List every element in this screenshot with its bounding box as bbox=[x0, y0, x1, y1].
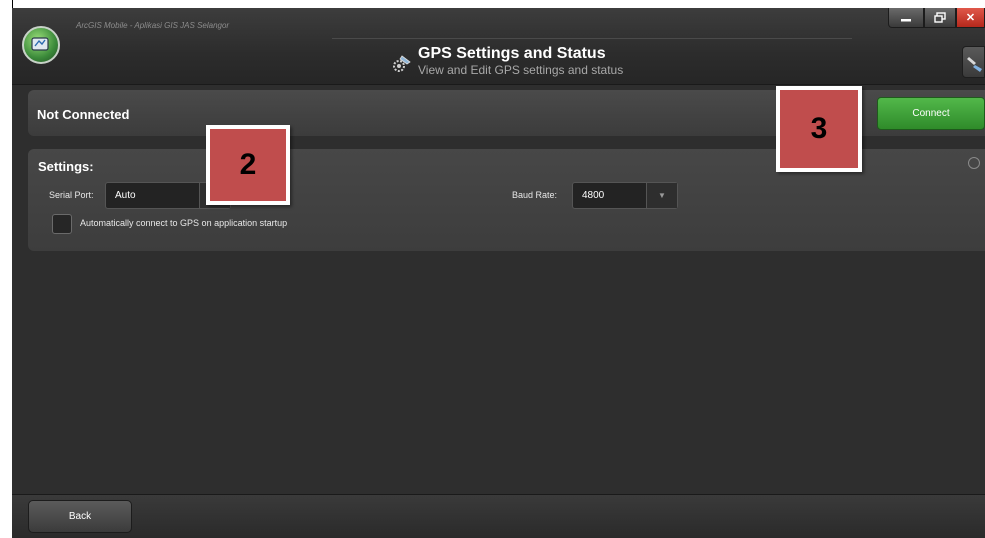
restore-icon bbox=[934, 12, 946, 23]
chevron-down-icon: ▼ bbox=[646, 183, 677, 208]
baud-rate-value: 4800 bbox=[582, 190, 605, 201]
connect-button[interactable]: Connect bbox=[877, 97, 985, 130]
gps-status-button[interactable] bbox=[962, 46, 985, 78]
auto-connect-label: Automatically connect to GPS on applicat… bbox=[80, 218, 288, 228]
settings-heading: Settings: bbox=[38, 159, 94, 174]
maximize-button[interactable] bbox=[924, 8, 956, 28]
gps-settings-icon bbox=[393, 55, 411, 72]
title-divider bbox=[332, 38, 852, 39]
auto-connect-checkbox[interactable] bbox=[52, 214, 72, 234]
baud-rate-dropdown[interactable]: 4800 ▼ bbox=[572, 182, 678, 209]
close-icon: ✕ bbox=[965, 12, 976, 24]
page-subtitle: View and Edit GPS settings and status bbox=[418, 63, 624, 77]
app-title: ArcGIS Mobile - Aplikasi GIS JAS Selango… bbox=[76, 21, 230, 30]
footer-bar: Back bbox=[12, 494, 985, 538]
callout-marker-3: 3 bbox=[776, 86, 862, 172]
minimize-icon bbox=[901, 18, 911, 21]
app-logo-button[interactable] bbox=[22, 26, 60, 64]
callout-marker-2: 2 bbox=[206, 125, 290, 205]
back-button[interactable]: Back bbox=[28, 500, 132, 533]
baud-rate-label: Baud Rate: bbox=[512, 190, 558, 200]
satellite-icon bbox=[967, 57, 982, 72]
minimize-button[interactable] bbox=[888, 8, 924, 28]
page-title: GPS Settings and Status bbox=[418, 45, 606, 62]
title-bar: ArcGIS Mobile - Aplikasi GIS JAS Selango… bbox=[12, 8, 985, 85]
map-tablet-icon bbox=[31, 37, 49, 51]
serial-port-value: Auto bbox=[115, 190, 136, 201]
settings-radio-indicator[interactable] bbox=[968, 157, 980, 169]
connection-status-text: Not Connected bbox=[37, 107, 130, 122]
close-button[interactable]: ✕ bbox=[956, 8, 985, 28]
serial-port-label: Serial Port: bbox=[49, 190, 94, 200]
